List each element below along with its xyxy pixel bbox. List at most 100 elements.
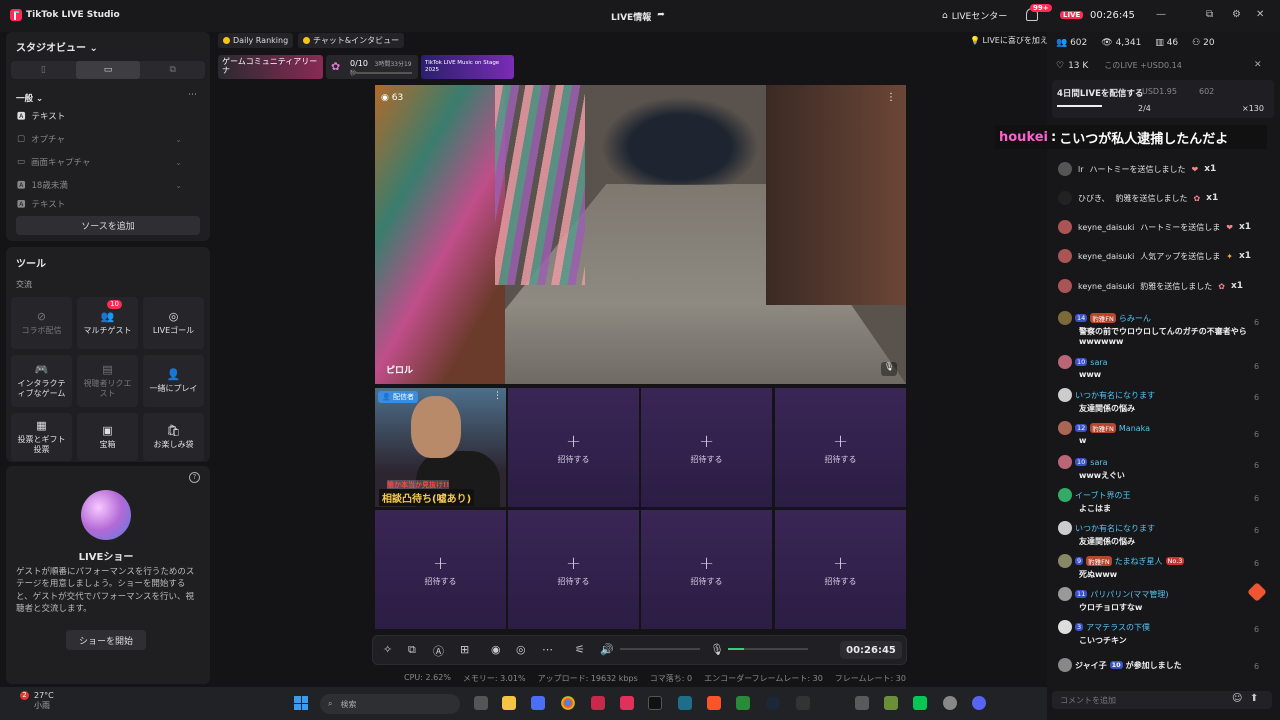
send-icon[interactable]: ⬆ xyxy=(1250,693,1258,704)
microphone-icon[interactable]: 🎙 xyxy=(710,643,724,656)
discord-icon[interactable] xyxy=(972,696,986,710)
obs-icon[interactable] xyxy=(826,696,840,710)
poll-tool[interactable]: ▦ 投票とギフト投票 xyxy=(11,413,72,461)
host-more-icon[interactable]: ⋮ xyxy=(493,391,502,401)
source-item[interactable]: ▢ オプチャ ⌄ xyxy=(17,133,182,145)
app-icon[interactable] xyxy=(736,696,750,710)
music-stage-banner[interactable]: TikTok LIVE Music on Stage 2025 xyxy=(421,55,514,79)
chat-comment[interactable]: 12 豹雅FN Manaka w xyxy=(1058,421,1258,445)
chat-comment[interactable]: 10 sara wwwえぐい xyxy=(1058,455,1258,481)
multi-guest-tool[interactable]: 10 👥 マルチゲスト xyxy=(77,297,138,349)
settings-sliders-icon[interactable]: ⚟ xyxy=(575,643,585,656)
app-icon[interactable] xyxy=(855,696,869,710)
record-icon[interactable]: ◉ xyxy=(491,643,501,656)
volume-slider[interactable] xyxy=(620,648,700,650)
studio-view-dropdown[interactable]: スタジオビュー ⌄ xyxy=(16,39,98,54)
magic-wand-icon[interactable]: ✧ xyxy=(383,643,392,656)
main-video[interactable] xyxy=(375,85,906,384)
pin-icon[interactable]: ◎ xyxy=(516,643,526,656)
help-icon[interactable]: ? xyxy=(189,472,200,483)
live-center-button[interactable]: ⌂ LIVEセンター xyxy=(942,9,1007,23)
invite-slot[interactable]: + 招待する xyxy=(775,388,906,507)
goal-progress-banner[interactable]: ✿ 0/10 3時間33分19秒 xyxy=(326,55,418,79)
taskbar-search[interactable]: ⌕ 検索 xyxy=(320,694,460,714)
add-source-button[interactable]: ソースを追加 xyxy=(16,216,200,235)
chat-comment[interactable]: 10 sara www xyxy=(1058,355,1258,379)
comment-count: 6 xyxy=(1254,461,1260,470)
host-tile[interactable]: 👤 配信者 ⋮ 誰か本当か見抜け!! 相談凸待ち(嘘あり) xyxy=(375,388,506,507)
gift-icon: ✿ xyxy=(331,60,341,73)
chat-comment[interactable]: いつか有名になります 友達関係の悩み xyxy=(1058,521,1258,547)
invite-slot[interactable]: + 招待する xyxy=(508,388,639,507)
bag-tool[interactable]: 🛍 お楽しみ袋 xyxy=(143,413,204,461)
file-explorer-icon[interactable] xyxy=(502,696,516,710)
ai-icon[interactable]: Ⓐ xyxy=(433,643,444,659)
chrome-icon[interactable] xyxy=(561,696,575,710)
line-icon[interactable] xyxy=(913,696,927,710)
invite-slot[interactable]: + 招待する xyxy=(375,510,506,629)
tiktok-studio-icon[interactable] xyxy=(620,696,634,710)
more-icon[interactable]: ⋯ xyxy=(188,90,197,100)
chat-comment[interactable]: 14 豹雅FN らみーん 警察の前でウロウロしてんのガチの不審者やらwwwwww xyxy=(1058,311,1258,346)
chat-comment[interactable]: いつか有名になります 友達関係の悩み xyxy=(1058,388,1258,414)
minecraft-icon[interactable] xyxy=(884,696,898,710)
close-icon[interactable]: ✕ xyxy=(1256,9,1264,20)
viewer-request-tool[interactable]: ▤ 視聴者リクエスト xyxy=(77,355,138,407)
app-icon[interactable] xyxy=(531,696,545,710)
live-hint[interactable]: 💡 LIVEに喜びを加え xyxy=(970,35,1048,46)
source-item[interactable]: 🅰 テキスト xyxy=(17,200,182,208)
weather-widget[interactable]: 2 27°C 小雨 xyxy=(10,691,54,710)
emoji-icon[interactable]: ☺ xyxy=(1232,693,1242,704)
more-icon[interactable]: ⋯ xyxy=(542,643,553,656)
steam-icon[interactable] xyxy=(766,696,780,710)
comment-count: 6 xyxy=(1254,494,1260,503)
terminal-icon[interactable] xyxy=(648,696,662,710)
app-icon[interactable] xyxy=(678,696,692,710)
windows-start-icon[interactable] xyxy=(294,696,308,710)
chat-interview-chip[interactable]: チャット&インタビュー xyxy=(298,33,405,48)
add-scene-icon[interactable]: ⊞ xyxy=(460,643,469,656)
brave-icon[interactable] xyxy=(707,696,721,710)
start-show-button[interactable]: ショーを開始 xyxy=(66,630,146,650)
layout-option[interactable]: ⧉ xyxy=(140,61,205,79)
settings-icon[interactable] xyxy=(943,696,957,710)
portrait-option[interactable]: ▯ xyxy=(11,61,76,79)
landscape-option[interactable]: ▭ xyxy=(75,61,141,79)
popout-icon[interactable]: ⧉ xyxy=(1206,9,1213,20)
source-item[interactable]: 🅰 テキスト xyxy=(17,110,182,122)
share-icon[interactable]: ➦ xyxy=(657,10,665,23)
close-icon[interactable]: ✕ xyxy=(1254,60,1262,70)
treasure-tool[interactable]: ▣ 宝箱 xyxy=(77,413,138,461)
chat-comment[interactable]: イーブト界の王 よこはま xyxy=(1058,488,1258,514)
mic-icon[interactable]: 🎙 xyxy=(881,362,897,376)
chat-comment[interactable]: 9 豹雅FN たまねぎ星人 No.3 死ぬwww xyxy=(1058,554,1258,580)
play-together-tool[interactable]: 👤 一緒にプレイ xyxy=(143,355,204,407)
invite-slot[interactable]: + 招待する xyxy=(775,510,906,629)
app-icon[interactable] xyxy=(796,696,810,710)
video-more-icon[interactable]: ⋮ xyxy=(886,92,896,103)
general-section[interactable]: 一般 ⌄ xyxy=(16,92,43,104)
source-item[interactable]: ▭ 画面キャプチャ ⌄ xyxy=(17,156,182,168)
streak-card[interactable] xyxy=(1052,80,1274,118)
layout-icon[interactable]: ⧉ xyxy=(408,643,416,657)
chat-comment[interactable]: 3 アマテラスの下僕 こいつチキン xyxy=(1058,620,1258,646)
mic-level[interactable] xyxy=(728,648,808,650)
views-stat: 👁 4,341 xyxy=(1101,38,1142,48)
invite-slot[interactable]: + 招待する xyxy=(641,510,772,629)
app-icon[interactable] xyxy=(591,696,605,710)
invite-slot[interactable]: + 招待する xyxy=(508,510,639,629)
live-info-title[interactable]: LIVE情報 ➦ xyxy=(611,10,665,23)
gift-text: 人気アップを送信しま xyxy=(1140,251,1221,261)
chat-comment[interactable]: 11 パリパリン(ママ管理) ウロチョロすなw xyxy=(1058,587,1258,613)
speaker-icon[interactable]: 🔊 xyxy=(600,643,614,656)
interactive-game-tool[interactable]: 🎮 インタラクティブなゲーム xyxy=(11,355,72,407)
minimize-icon[interactable]: — xyxy=(1156,9,1166,20)
gear-icon[interactable]: ⚙ xyxy=(1232,9,1241,20)
task-view-icon[interactable] xyxy=(474,696,488,710)
game-arena-banner[interactable]: ゲームコミュニティアリーナ xyxy=(218,55,323,79)
daily-ranking-chip[interactable]: Daily Ranking xyxy=(218,33,294,48)
live-goal-tool[interactable]: ◎ LIVEゴール xyxy=(143,297,204,349)
source-item[interactable]: 🅰 18歳未満 ⌄ xyxy=(17,179,182,192)
invite-slot[interactable]: + 招待する xyxy=(641,388,772,507)
collab-tool[interactable]: ⊘ コラボ配信 xyxy=(11,297,72,349)
